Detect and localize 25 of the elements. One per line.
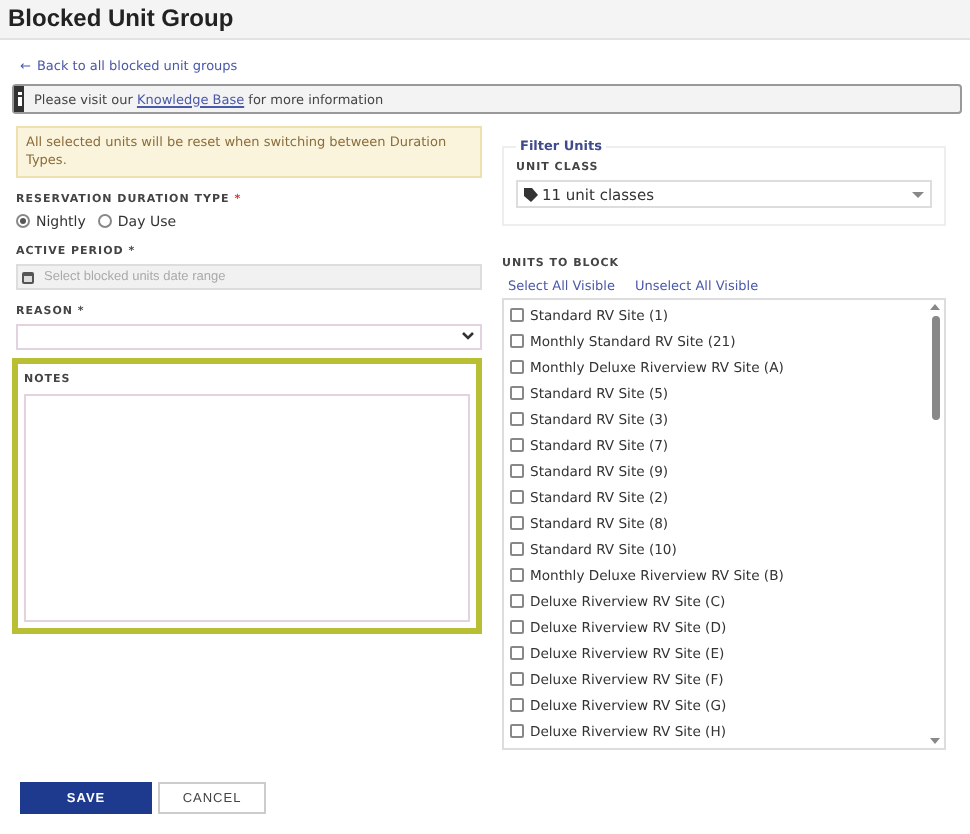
checkbox[interactable] bbox=[510, 438, 524, 452]
tag-icon bbox=[524, 187, 538, 201]
caret-icon bbox=[912, 191, 924, 197]
scroll-down-icon[interactable] bbox=[930, 738, 940, 744]
scroll-up-icon[interactable] bbox=[930, 304, 940, 310]
checkbox[interactable] bbox=[510, 594, 524, 608]
checkbox[interactable] bbox=[510, 412, 524, 426]
checkbox[interactable] bbox=[510, 672, 524, 686]
checkbox[interactable] bbox=[510, 646, 524, 660]
checkbox[interactable] bbox=[510, 490, 524, 504]
checkbox[interactable] bbox=[510, 698, 524, 712]
checkbox[interactable] bbox=[510, 620, 524, 634]
checkbox[interactable] bbox=[510, 308, 524, 322]
scrollbar[interactable] bbox=[926, 300, 944, 748]
chevron-icon bbox=[462, 332, 474, 341]
checkbox[interactable] bbox=[510, 516, 524, 530]
checkbox[interactable] bbox=[510, 464, 524, 478]
checkbox[interactable] bbox=[510, 334, 524, 348]
notes-field[interactable] bbox=[24, 393, 470, 622]
checkbox[interactable] bbox=[510, 386, 524, 400]
checkbox[interactable] bbox=[510, 360, 524, 374]
checkbox[interactable] bbox=[510, 724, 524, 738]
checkbox[interactable] bbox=[510, 568, 524, 582]
checkbox[interactable] bbox=[510, 542, 524, 556]
page-title: Blocked Unit Group bbox=[8, 4, 236, 32]
